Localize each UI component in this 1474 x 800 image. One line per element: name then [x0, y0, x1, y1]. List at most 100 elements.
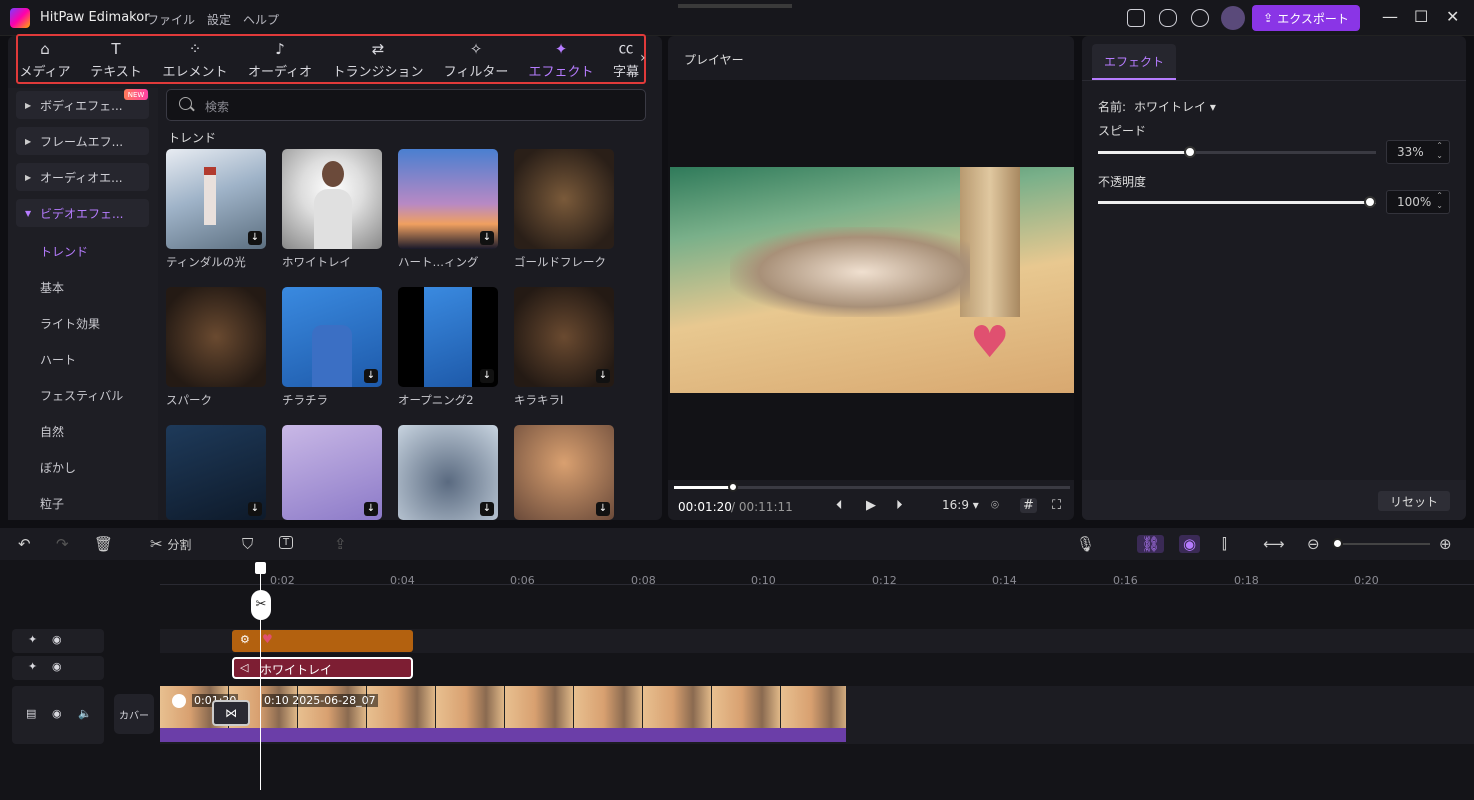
text-icon: T — [111, 40, 121, 58]
split-marker-icon[interactable]: ✂ — [251, 590, 271, 620]
minimize-icon[interactable]: — — [1382, 7, 1398, 26]
sidebar-cat-frame[interactable]: フレームエフ... — [16, 127, 149, 155]
effect-thumb-10[interactable]: ↓ — [282, 425, 382, 520]
ai-icon[interactable]: ◉ — [1179, 535, 1201, 553]
tab-effect[interactable]: ✦ エフェクト — [526, 38, 596, 80]
effect-thumb-tyndall[interactable]: ↓ — [166, 149, 266, 249]
effect-thumb-whiteray[interactable] — [282, 149, 382, 249]
search-icon — [179, 97, 192, 110]
speed-value-input[interactable]: 33% — [1386, 140, 1450, 164]
eye-icon[interactable]: ◉ — [52, 707, 62, 720]
next-frame-icon[interactable]: ⏵ — [896, 498, 903, 513]
split-view-icon[interactable]: ⫿ — [1222, 535, 1227, 553]
sidebar-sub-nature[interactable]: 自然 — [40, 423, 64, 440]
snapshot-icon[interactable]: ⌾ — [991, 498, 999, 513]
sidebar-sub-festival[interactable]: フェスティバル — [40, 387, 123, 404]
sidebar-sub-basic[interactable]: 基本 — [40, 279, 64, 296]
sidebar-sub-particle[interactable]: 粒子 — [40, 495, 64, 512]
download-icon[interactable]: ↓ — [364, 502, 378, 516]
fit-icon[interactable]: ⟷ — [1263, 535, 1285, 553]
tab-subtitle[interactable]: ㏄字幕 — [608, 38, 644, 80]
aspect-ratio-select[interactable]: 16:9 ▾ — [942, 498, 979, 512]
split-button[interactable]: ✂ 分割 — [150, 535, 191, 553]
speed-slider[interactable] — [1098, 146, 1376, 158]
zoom-out-icon[interactable]: ⊖ — [1307, 535, 1320, 553]
sidebar-sub-blur[interactable]: ぼかし — [40, 459, 76, 476]
download-icon[interactable]: ↓ — [248, 231, 262, 245]
text-tool-icon[interactable]: T — [279, 536, 294, 549]
sidebar-sub-heart[interactable]: ハート — [40, 351, 76, 368]
download-icon[interactable] — [1191, 9, 1209, 27]
tab-element[interactable]: ⁘ エレメント — [160, 38, 230, 80]
effect-thumb-9[interactable]: ↓ — [166, 425, 266, 520]
zoom-in-icon[interactable]: ⊕ — [1439, 535, 1452, 553]
tab-filter[interactable]: ✧ フィルター — [440, 38, 512, 80]
eye-icon[interactable]: ◉ — [52, 660, 62, 673]
delete-icon[interactable]: 🗑 — [94, 535, 113, 553]
name-dropdown[interactable]: ホワイトレイ ▾ — [1134, 98, 1216, 115]
video-clip[interactable]: 0:01:20 0:10 2025-06-28_07 — [160, 686, 846, 728]
feedback-icon[interactable] — [1159, 9, 1177, 27]
sidebar-sub-light[interactable]: ライト効果 — [40, 315, 100, 332]
effect-thumb-sparkle1[interactable]: ↓ — [514, 287, 614, 387]
opacity-slider[interactable] — [1098, 196, 1376, 208]
reset-button[interactable]: リセット — [1378, 491, 1450, 511]
tab-audio[interactable]: ♪ オーディオ — [244, 38, 316, 80]
video-preview[interactable]: ♥ — [670, 167, 1074, 393]
download-icon[interactable]: ↓ — [480, 231, 494, 245]
speaker-icon[interactable]: 🔈 — [78, 707, 92, 720]
opacity-value-input[interactable]: 100% — [1386, 190, 1450, 214]
tab-transition[interactable]: ⇄ トランジション — [330, 38, 426, 80]
download-icon[interactable]: ↓ — [596, 502, 610, 516]
project-title-placeholder — [678, 4, 792, 8]
scissors-icon: ✂ — [150, 535, 163, 553]
eye-icon[interactable]: ◉ — [52, 633, 62, 646]
play-icon[interactable]: ▶ — [866, 498, 876, 513]
cover-button[interactable]: カバー — [114, 694, 154, 734]
tab-text[interactable]: T テキスト — [88, 38, 144, 80]
effect-thumb-11[interactable]: ↓ — [398, 425, 498, 520]
prev-frame-icon[interactable]: ⏴ — [836, 498, 843, 513]
playhead-handle[interactable] — [255, 562, 266, 574]
fullscreen-icon[interactable]: ⛶ — [1052, 498, 1061, 513]
sidebar-cat-audio[interactable]: オーディオエ... — [16, 163, 149, 191]
download-icon[interactable]: ↓ — [596, 369, 610, 383]
menu-help[interactable]: ヘルプ — [243, 11, 279, 28]
maximize-icon[interactable]: ☐ — [1414, 7, 1428, 26]
undo-icon[interactable]: ↶ — [18, 535, 31, 553]
microphone-icon[interactable]: 🎙 — [1076, 535, 1095, 553]
download-icon[interactable]: ↓ — [480, 369, 494, 383]
tab-effect-properties[interactable]: エフェクト — [1092, 44, 1176, 80]
avatar[interactable] — [1221, 6, 1245, 30]
effect-thumb-heart[interactable]: ↓ — [398, 149, 498, 249]
chevron-right-icon[interactable]: › — [640, 50, 646, 66]
menu-file[interactable]: ファイル — [147, 11, 195, 28]
grid-icon[interactable]: # — [1020, 498, 1037, 513]
search-input[interactable]: 検索 — [166, 89, 646, 121]
download-icon[interactable]: ↓ — [248, 502, 262, 516]
section-title: トレンド — [168, 131, 217, 145]
ruler-label: 0:12 — [872, 574, 897, 587]
tab-media[interactable]: ⌂ メディア — [18, 38, 72, 80]
zoom-slider[interactable] — [1332, 538, 1430, 549]
transition-marker-icon[interactable]: ⋈ — [212, 700, 250, 726]
effect-thumb-goldflake[interactable] — [514, 149, 614, 249]
effect-thumb-flicker[interactable]: ↓ — [282, 287, 382, 387]
ruler-label: 0:02 — [270, 574, 295, 587]
effect-thumb-12[interactable]: ↓ — [514, 425, 614, 520]
close-icon[interactable]: ✕ — [1446, 7, 1459, 26]
sidebar-sub-trend[interactable]: トレンド — [40, 243, 88, 260]
playback-progress[interactable] — [674, 482, 1070, 492]
link-icon[interactable]: ⛓ — [1137, 535, 1165, 553]
marker-icon[interactable]: ⛉ — [242, 535, 253, 553]
download-icon[interactable]: ↓ — [480, 502, 494, 516]
effect-icon: ✦ — [554, 40, 568, 58]
effect-thumb-opening2[interactable]: ↓ — [398, 287, 498, 387]
zoom-knob[interactable] — [1332, 538, 1343, 549]
layout-icon[interactable] — [1127, 9, 1145, 27]
export-button[interactable]: ⇪ エクスポート — [1252, 5, 1360, 31]
menu-settings[interactable]: 設定 — [207, 11, 231, 28]
download-icon[interactable]: ↓ — [364, 369, 378, 383]
effect-thumb-spark[interactable] — [166, 287, 266, 387]
sidebar-cat-video[interactable]: ビデオエフェ... — [16, 199, 149, 227]
